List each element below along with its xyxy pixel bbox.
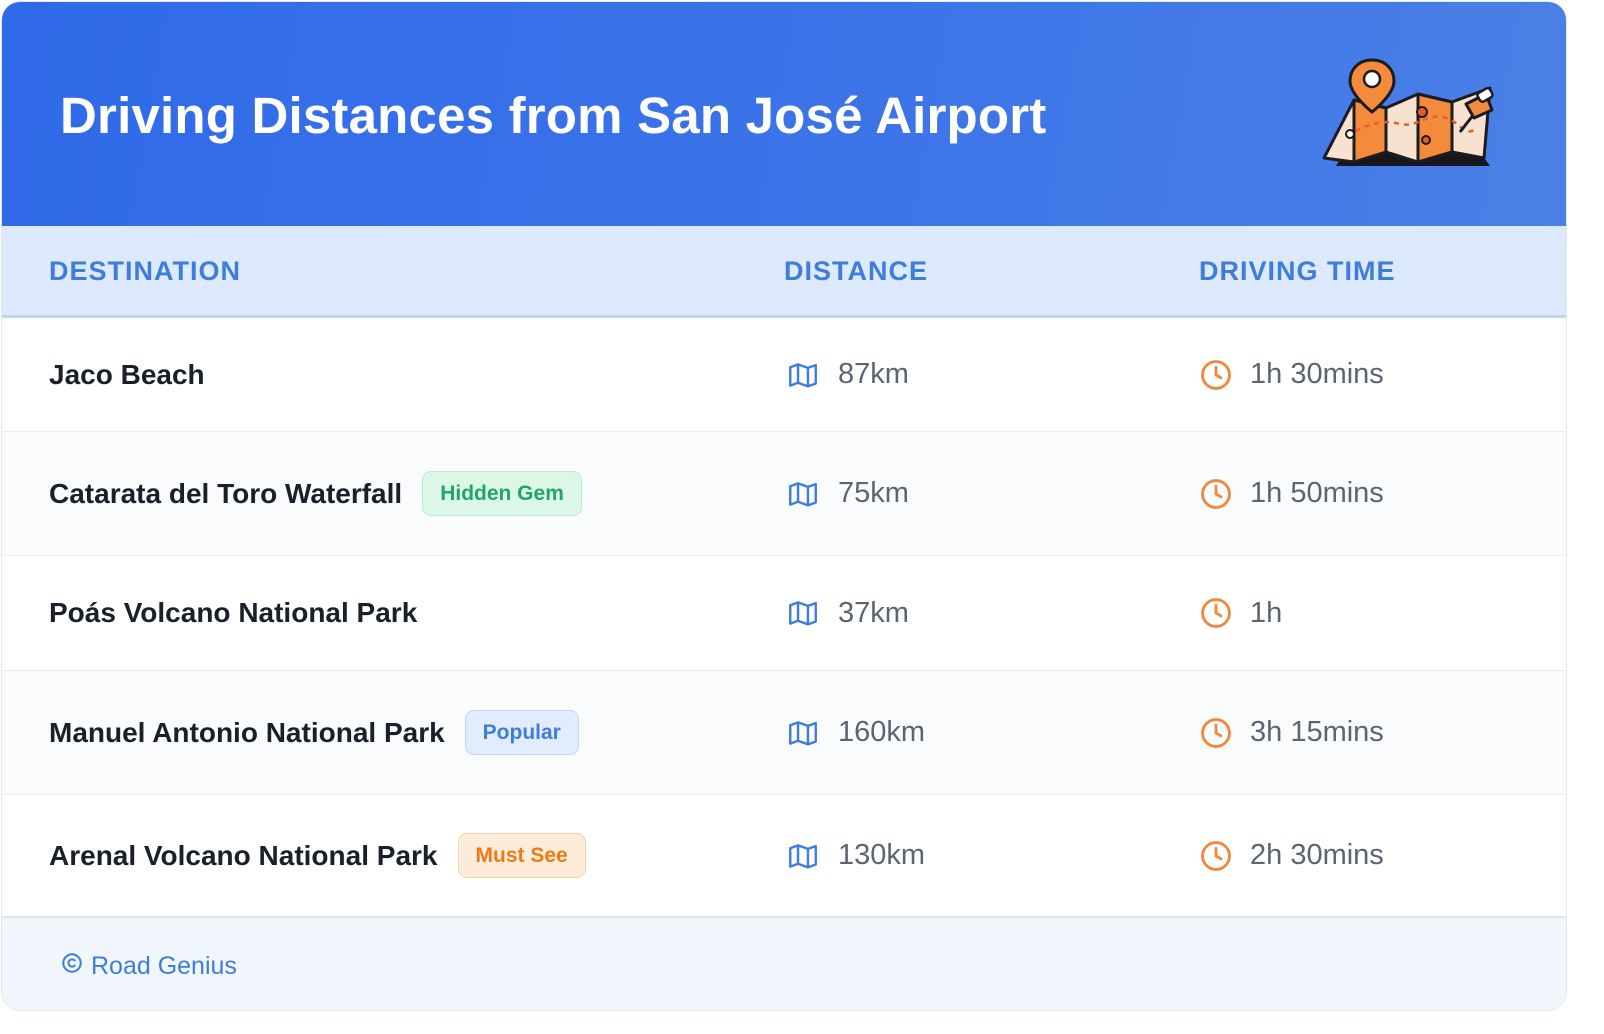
time-value: 1h 30mins: [1250, 358, 1384, 390]
time-value: 1h 50mins: [1250, 477, 1384, 509]
header: Driving Distances from San José Airport: [2, 2, 1566, 226]
hidden-gem-badge: Hidden Gem: [422, 471, 582, 516]
map-icon: [786, 596, 820, 630]
distance-value: 130km: [838, 839, 926, 871]
destination-cell: Manuel Antonio National Park Popular: [49, 671, 579, 794]
time-cell: 3h 15mins: [1199, 671, 1384, 794]
time-cell: 1h 50mins: [1199, 432, 1384, 555]
destination-name: Jaco Beach: [49, 358, 205, 390]
map-icon: [786, 477, 820, 511]
distance-cell: 160km: [786, 671, 925, 794]
clock-icon: [1199, 596, 1233, 630]
destination-cell: Arenal Volcano National Park Must See: [49, 795, 586, 916]
credit: Road Genius: [61, 952, 237, 981]
destination-name: Catarata del Toro Waterfall: [49, 477, 403, 509]
distance-cell: 75km: [786, 432, 909, 555]
must-see-badge: Must See: [457, 833, 586, 878]
map-icon: [786, 839, 820, 873]
time-value: 1h: [1250, 596, 1283, 629]
time-cell: 1h: [1199, 556, 1282, 670]
time-value: 3h 15mins: [1250, 716, 1384, 748]
column-header-driving-time: DRIVING TIME: [1199, 256, 1396, 286]
distance-cell: 87km: [786, 318, 909, 431]
map-icon: [786, 716, 820, 750]
popular-badge: Popular: [464, 710, 579, 755]
time-value: 2h 30mins: [1250, 839, 1384, 871]
destination-name: Poás Volcano National Park: [49, 597, 418, 628]
destination-cell: Poás Volcano National Park: [49, 556, 417, 670]
table-row: Poás Volcano National Park 37km 1h: [2, 556, 1566, 671]
distance-cell: 37km: [786, 556, 909, 670]
table-row: Manuel Antonio National Park Popular 160…: [2, 671, 1566, 795]
column-header-destination: DESTINATION: [49, 256, 241, 286]
clock-icon: [1199, 839, 1233, 873]
copyright-icon: [61, 952, 83, 981]
destination-cell: Catarata del Toro Waterfall Hidden Gem: [49, 432, 582, 555]
clock-icon: [1199, 716, 1233, 750]
clock-icon: [1199, 358, 1233, 392]
credit-text: Road Genius: [91, 952, 237, 980]
distance-cell: 130km: [786, 795, 925, 916]
table-row: Catarata del Toro Waterfall Hidden Gem 7…: [2, 432, 1566, 556]
distance-value: 160km: [838, 716, 926, 748]
distance-value: 37km: [838, 596, 909, 629]
destination-name: Manuel Antonio National Park: [49, 716, 445, 748]
time-cell: 1h 30mins: [1199, 318, 1384, 431]
table-row: Arenal Volcano National Park Must See 13…: [2, 795, 1566, 916]
clock-icon: [1199, 477, 1233, 511]
footer: Road Genius: [2, 916, 1566, 1010]
column-header-distance: DISTANCE: [784, 256, 929, 286]
page-title: Driving Distances from San José Airport: [60, 87, 1047, 144]
map-icon: [786, 358, 820, 392]
distance-value: 87km: [838, 358, 909, 390]
table-header: DESTINATION DISTANCE DRIVING TIME: [2, 226, 1566, 318]
distance-table-card: Driving Distances from San José Airport …: [2, 2, 1566, 1010]
time-cell: 2h 30mins: [1199, 795, 1384, 916]
distance-value: 75km: [838, 477, 909, 509]
table-row: Jaco Beach 87km 1h 30mins: [2, 318, 1566, 432]
destination-name: Arenal Volcano National Park: [49, 839, 438, 871]
destination-cell: Jaco Beach: [49, 318, 205, 431]
map-pin-illustration: [1314, 54, 1500, 178]
